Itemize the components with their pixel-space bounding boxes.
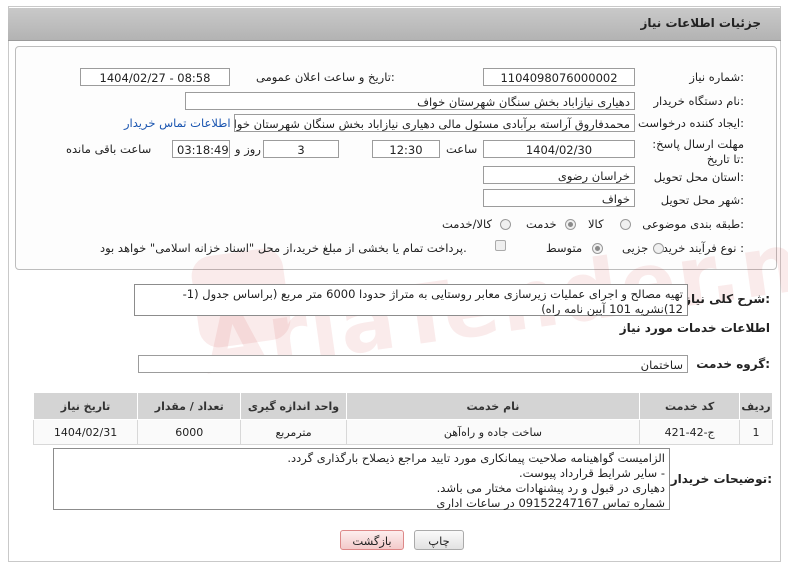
province-field: خراسان رضوی	[483, 166, 635, 184]
buyer-notes-textarea[interactable]: الزامیست گواهینامه صلاحیت پیمانکاری مورد…	[53, 448, 670, 510]
announce-datetime-label: تاریخ و ساعت اعلان عمومی:	[256, 70, 395, 84]
city-field: خواف	[483, 189, 635, 207]
radio-motavaset[interactable]	[592, 243, 603, 254]
radio-kala-label: کالا	[588, 217, 604, 231]
requester-label: ایجاد کننده درخواست:	[638, 116, 744, 130]
service-group-label: گروه خدمت:	[696, 357, 770, 371]
col-qty-header: تعداد / مقدار	[137, 392, 242, 420]
deadline-hour-label: ساعت	[446, 142, 478, 156]
print-button[interactable]: چاپ	[414, 530, 464, 550]
radio-kala-khedmat-label: کالا/خدمت	[442, 217, 493, 231]
remaining-label: ساعت باقی مانده	[66, 142, 152, 156]
radio-jozii-label: جزیی	[622, 241, 649, 255]
radio-khedmat[interactable]	[565, 219, 576, 230]
deadline-date-field: 1404/02/30	[483, 140, 635, 158]
radio-kala[interactable]	[620, 219, 631, 230]
col-name-header: نام خدمت	[345, 392, 641, 420]
buyer-org-field: دهیاری نیازاباد بخش سنگان شهرستان خواف	[185, 92, 635, 110]
day-and-label: روز و	[235, 142, 261, 156]
need-number-label: شماره نیاز:	[689, 70, 744, 84]
col-row-header: ردیف	[739, 392, 773, 420]
process-type-label: نوع فرآیند خرید :	[662, 241, 744, 255]
cell-qty: 6000	[137, 419, 242, 445]
summary-label: شرح کلی نیاز:	[684, 292, 770, 306]
page-header: جزئیات اطلاعات نیاز	[8, 8, 781, 41]
col-date-header: تاریخ نیاز	[32, 392, 139, 420]
remaining-time-field: 03:18:49	[172, 140, 230, 158]
table-row: 1 ج-42-421 ساخت جاده و راه‌آهن مترمربع 6…	[32, 419, 773, 445]
notes-line: الزامیست گواهینامه صلاحیت پیمانکاری مورد…	[287, 451, 665, 465]
buyer-org-label: نام دستگاه خریدار:	[653, 94, 744, 108]
radio-jozii[interactable]	[653, 243, 664, 254]
requester-field: محمدفاروق آراسته برآبادی مسئول مالی دهیا…	[234, 114, 635, 132]
back-button[interactable]: بازگشت	[340, 530, 404, 550]
send-deadline-label: مهلت ارسال پاسخ: تا تاریخ:	[652, 137, 744, 166]
province-label: استان محل تحویل:	[653, 170, 744, 184]
cell-name: ساخت جاده و راه‌آهن	[345, 419, 641, 445]
radio-motavaset-label: متوسط	[546, 241, 583, 255]
table-header-row: ردیف کد خدمت نام خدمت واحد اندازه گیری ت…	[32, 392, 773, 420]
payment-note: پرداخت تمام یا بخشی از مبلغ خرید،از محل …	[100, 241, 467, 255]
announce-datetime-field: 1404/02/27 - 08:58	[80, 68, 230, 86]
notes-line: دهیاری در قبول و رد پیشنهادات مختار می ب…	[436, 481, 665, 495]
days-field: 3	[263, 140, 339, 158]
cell-row: 1	[739, 419, 773, 445]
summary-textarea[interactable]: تهیه مصالح و اجرای عملیات زیرسازی معابر …	[134, 284, 688, 316]
cell-unit: مترمربع	[240, 419, 347, 445]
need-number-field: 1104098076000002	[483, 68, 635, 86]
cell-date: 1404/02/31	[32, 419, 139, 445]
deadline-time-field: 12:30	[372, 140, 440, 158]
page-title: جزئیات اطلاعات نیاز	[640, 16, 761, 30]
category-label: طبقه بندی موضوعی:	[642, 217, 744, 231]
service-group-field: ساختمان	[138, 355, 688, 373]
services-table: ردیف کد خدمت نام خدمت واحد اندازه گیری ت…	[32, 392, 773, 445]
buyer-contact-link[interactable]: اطلاعات تماس خریدار	[124, 116, 231, 130]
cell-code: ج-42-421	[639, 419, 741, 445]
col-code-header: کد خدمت	[639, 392, 741, 420]
notes-line: - سایر شرایط قرارداد پیوست.	[519, 466, 665, 480]
buyer-notes-label: توضیحات خریدار:	[670, 472, 772, 486]
notes-line: شماره تماس 09152247167 در ساعات اداری	[436, 496, 665, 510]
col-unit-header: واحد اندازه گیری	[240, 392, 347, 420]
radio-khedmat-label: خدمت	[526, 217, 557, 231]
services-info-heading: اطلاعات خدمات مورد نیاز	[619, 321, 770, 335]
treasury-checkbox[interactable]	[495, 240, 506, 251]
radio-kala-khedmat[interactable]	[500, 219, 511, 230]
city-label: شهر محل تحویل:	[660, 193, 744, 207]
